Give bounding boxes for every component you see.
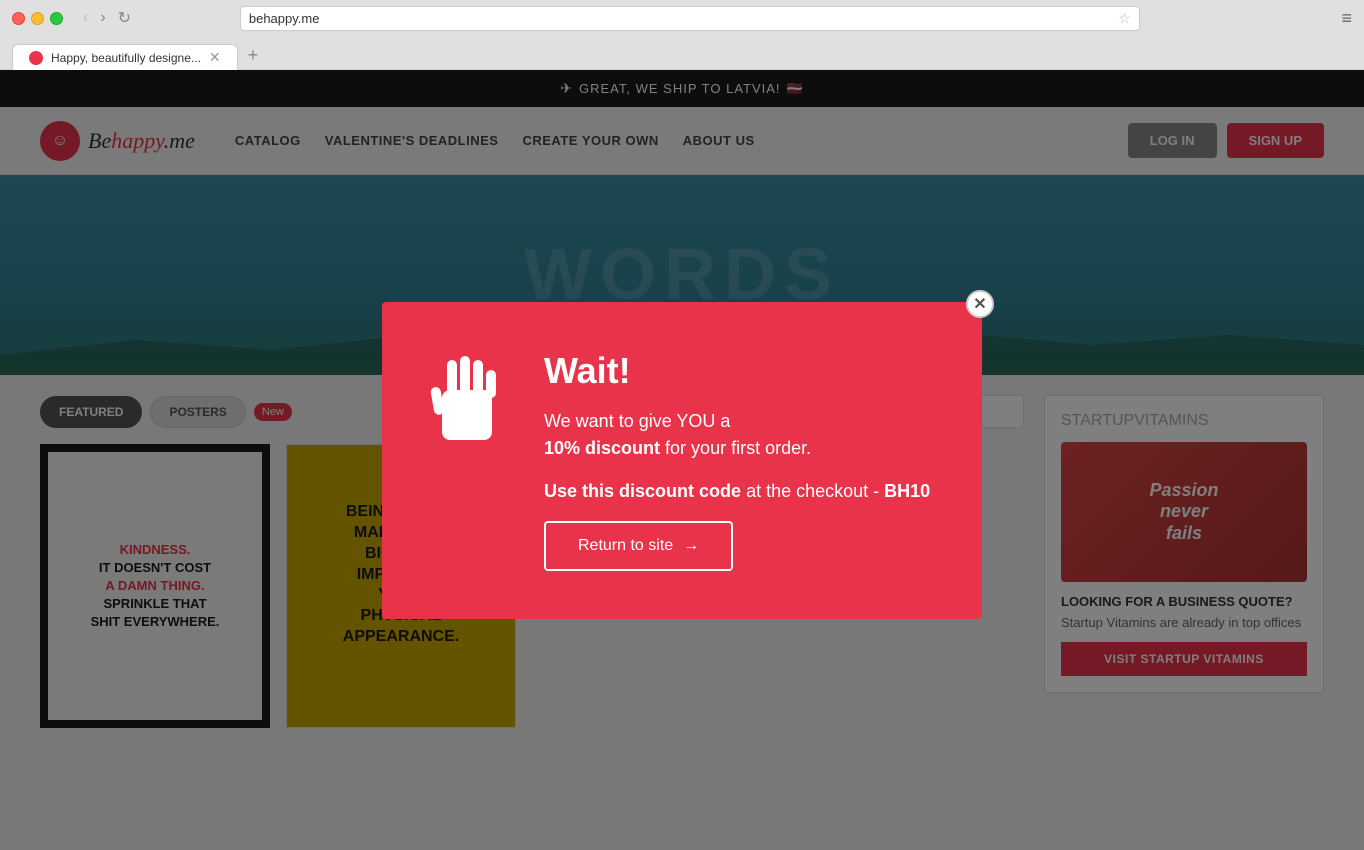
discount-modal: ✕ Wait! We want to give YO [382, 302, 982, 619]
site-wrapper: ✈ GREAT, WE SHIP TO LATVIA! 🇱🇻 ☺ Behappy… [0, 70, 1364, 850]
return-to-site-button[interactable]: Return to site → [544, 521, 733, 571]
browser-nav: ‹ › ↻ [79, 8, 135, 28]
maximize-window-button[interactable] [50, 12, 63, 25]
modal-hand-icon [422, 350, 512, 455]
modal-discount-bold: 10% discount [544, 438, 660, 458]
browser-menu-button[interactable]: ≡ [1341, 8, 1352, 29]
discount-code-line: Use this discount code at the checkout -… [544, 478, 930, 505]
tab-close-icon[interactable]: ✕ [209, 49, 221, 66]
modal-close-button[interactable]: ✕ [966, 290, 994, 318]
code-label: Use this discount code [544, 481, 741, 501]
close-window-button[interactable] [12, 12, 25, 25]
address-bar[interactable]: behappy.me ☆ [240, 6, 1140, 31]
return-arrow-icon: → [683, 537, 699, 555]
forward-button[interactable]: › [96, 8, 109, 28]
refresh-button[interactable]: ↻ [114, 8, 135, 28]
bookmark-icon: ☆ [1118, 10, 1131, 27]
active-tab[interactable]: Happy, beautifully designe... ✕ [12, 44, 238, 70]
tab-title: Happy, beautifully designe... [51, 51, 201, 65]
traffic-lights [12, 12, 63, 25]
modal-body: We want to give YOU a 10% discount for y… [544, 408, 930, 462]
browser-chrome: ‹ › ↻ behappy.me ☆ ≡ Happy, beautifully … [0, 0, 1364, 70]
url-display: behappy.me [249, 11, 1112, 26]
discount-code: BH10 [884, 481, 930, 501]
return-label: Return to site [578, 537, 673, 555]
modal-content: Wait! We want to give YOU a 10% discount… [544, 350, 930, 571]
new-tab-button[interactable]: + [240, 41, 267, 70]
modal-overlay: ✕ Wait! We want to give YO [0, 70, 1364, 850]
back-button[interactable]: ‹ [79, 8, 92, 28]
tab-bar: Happy, beautifully designe... ✕ + [0, 36, 1364, 70]
tab-favicon [29, 51, 43, 65]
minimize-window-button[interactable] [31, 12, 44, 25]
modal-body-suffix: for your first order. [665, 438, 811, 458]
modal-title: Wait! [544, 350, 930, 392]
browser-actions: ≡ [1341, 8, 1352, 29]
